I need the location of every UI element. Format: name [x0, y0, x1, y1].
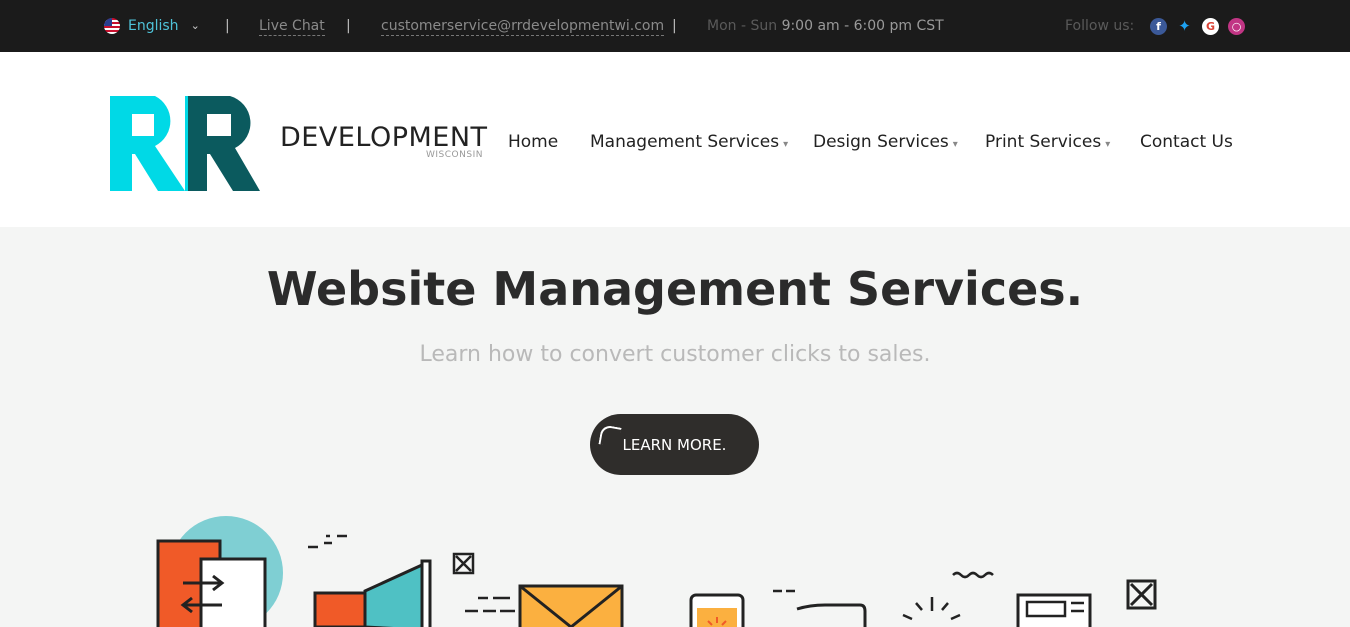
envelope-icon	[518, 584, 624, 627]
nav-label: Design Services	[813, 132, 949, 152]
brand-name: DEVELOPMENT	[280, 122, 488, 153]
separator: |	[346, 18, 351, 34]
megaphone-icon	[313, 559, 432, 627]
instagram-icon[interactable]: ○	[1228, 17, 1245, 35]
nav-item-home[interactable]: Home	[508, 132, 558, 152]
follow-label: Follow us:	[1065, 18, 1135, 34]
facebook-icon[interactable]: f	[1150, 17, 1167, 35]
separator: |	[672, 18, 677, 34]
loading-arc-icon	[598, 424, 622, 448]
nav-label: Contact Us	[1140, 132, 1233, 152]
nav-item-design-services[interactable]: Design Services ▾	[813, 132, 958, 152]
nav-label: Print Services	[985, 132, 1102, 152]
learn-more-label: LEARN MORE.	[622, 435, 727, 454]
mobile-phone-icon	[689, 593, 745, 627]
nav-item-contact-us[interactable]: Contact Us	[1140, 132, 1233, 152]
us-flag-icon	[104, 18, 120, 34]
close-box-icon	[452, 552, 475, 575]
nav-label: Management Services	[590, 132, 780, 152]
monitor-icon	[1016, 593, 1092, 627]
rr-logo-icon[interactable]	[110, 96, 260, 191]
door-exit-icon	[156, 516, 283, 627]
google-icon[interactable]: G	[1202, 17, 1219, 35]
chevron-down-icon: ⌄	[190, 19, 200, 32]
business-hours: Mon - Sun 9:00 am - 6:00 pm CST	[707, 0, 944, 52]
top-bar: English ⌄ | Live Chat | customerservice@…	[0, 0, 1350, 52]
device-icon	[796, 603, 867, 627]
caret-down-icon: ▾	[783, 139, 789, 150]
nav-item-print-services[interactable]: Print Services ▾	[985, 132, 1110, 152]
language-selector[interactable]: English ⌄	[104, 0, 200, 52]
hours-label: Mon - Sun	[707, 18, 778, 34]
email-link[interactable]: customerservice@rrdevelopmentwi.com	[381, 17, 665, 36]
hours-value: 9:00 am - 6:00 pm CST	[781, 18, 944, 34]
language-label: English	[128, 18, 179, 34]
sparkle-icon	[902, 597, 961, 621]
social-links: f ✦ G ○	[1150, 0, 1245, 52]
marketing-illustration	[156, 516, 1157, 627]
caret-down-icon: ▾	[952, 139, 958, 150]
nav-label: Home	[508, 132, 559, 152]
caret-down-icon: ▾	[1105, 139, 1111, 150]
brand-subtitle: WISCONSIN	[426, 150, 483, 160]
site-header: DEVELOPMENT WISCONSIN Home Management Se…	[0, 52, 1350, 227]
wave-icon	[952, 571, 994, 579]
twitter-icon[interactable]: ✦	[1176, 17, 1193, 35]
hero-title: Website Management Services.	[266, 262, 1084, 316]
close-box-icon	[1126, 579, 1157, 610]
learn-more-button[interactable]: LEARN MORE.	[590, 414, 759, 475]
nav-item-management-services[interactable]: Management Services ▾	[590, 132, 788, 152]
separator: |	[225, 18, 230, 34]
live-chat-link[interactable]: Live Chat	[259, 17, 325, 36]
hero-subtitle: Learn how to convert customer clicks to …	[419, 342, 931, 367]
